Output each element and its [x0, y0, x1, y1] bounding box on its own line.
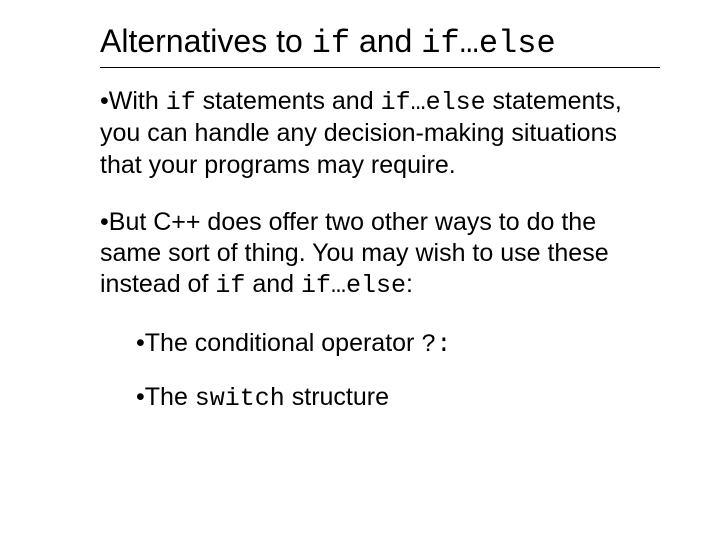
sub-bullet-2: •The switch structure	[136, 382, 660, 414]
bullet-2: •But C++ does offer two other ways to do…	[100, 207, 660, 302]
title-code-2: if…else	[421, 25, 555, 62]
bullet-glyph: •	[136, 383, 145, 411]
slide-body: •With if statements and if…else statemen…	[100, 86, 660, 414]
slide-title: Alternatives to if and if…else	[100, 24, 660, 68]
p2-c: and	[245, 270, 301, 298]
title-code-1: if	[312, 25, 350, 62]
title-text-1: Alternatives to	[100, 23, 312, 59]
title-text-2: and	[350, 23, 421, 59]
p2-d: if…else	[301, 271, 406, 300]
p1-a: With	[109, 87, 166, 115]
p1-b: if	[166, 88, 196, 117]
slide: Alternatives to if and if…else •With if …	[0, 0, 720, 540]
bullet-glyph: •	[136, 329, 145, 357]
s2-b: switch	[195, 384, 285, 413]
sub-bullets: •The conditional operator ?: •The switch…	[100, 328, 660, 415]
sub-bullet-1: •The conditional operator ?:	[136, 328, 660, 360]
p2-e: :	[406, 270, 413, 298]
s2-a: The	[145, 383, 195, 411]
s2-c: structure	[285, 383, 389, 411]
bullet-glyph: •	[100, 208, 109, 236]
p1-d: if…else	[381, 88, 486, 117]
p2-b: if	[215, 271, 245, 300]
bullet-1: •With if statements and if…else statemen…	[100, 86, 660, 181]
bullet-glyph: •	[100, 87, 109, 115]
s1-a: The conditional operator	[145, 329, 422, 357]
p1-c: statements and	[196, 87, 381, 115]
s1-b: ?:	[421, 330, 451, 359]
